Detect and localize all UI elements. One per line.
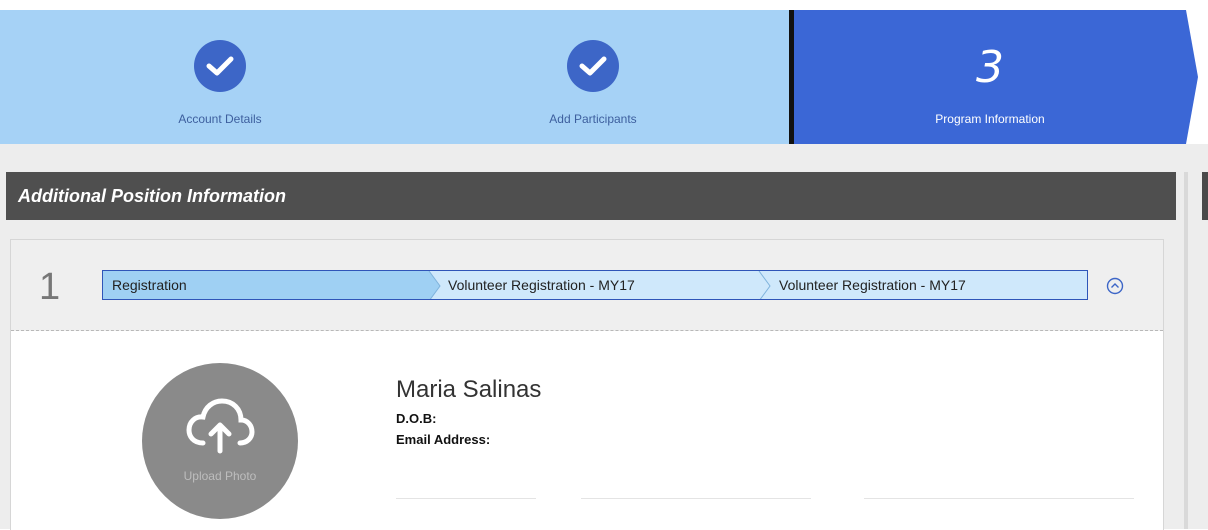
cloud-upload-icon [186, 398, 255, 454]
step-account-details[interactable]: Account Details [110, 10, 330, 144]
step-add-participants[interactable]: Add Participants [483, 10, 703, 144]
email-label: Email Address: [396, 432, 491, 447]
check-circle-icon [567, 40, 619, 92]
divider [864, 498, 1134, 499]
registration-index: 1 [39, 266, 61, 308]
dob-label: D.O.B: [396, 411, 437, 426]
step-program-information[interactable]: 3 Program Information [880, 10, 1100, 144]
chevron-up-circle-icon[interactable] [1106, 277, 1124, 295]
card-header: 1 Registration Volunteer Registration - … [11, 240, 1163, 331]
registration-breadcrumb: Registration Volunteer Registration - MY… [102, 270, 1088, 300]
breadcrumb-item[interactable]: Volunteer Registration - MY17 [779, 271, 966, 299]
right-gutter [1184, 144, 1208, 529]
gutter-header-edge [1202, 172, 1208, 220]
divider [396, 498, 536, 499]
progress-stepper: Account Details Add Participants 3 Progr… [0, 10, 1208, 144]
section-title: Additional Position Information [6, 172, 1176, 220]
gutter-edge [1184, 172, 1188, 529]
email-field: Email Address: [396, 432, 498, 447]
breadcrumb-item[interactable]: Registration [112, 271, 187, 299]
upload-photo-button[interactable]: Upload Photo [142, 363, 298, 519]
participant-name: Maria Salinas [396, 376, 542, 403]
upload-photo-label: Upload Photo [183, 469, 257, 483]
breadcrumb-item[interactable]: Volunteer Registration - MY17 [448, 271, 635, 299]
step-number: 3 [976, 42, 1004, 93]
step-label: Account Details [178, 112, 262, 126]
divider [581, 498, 811, 499]
registration-card: 1 Registration Volunteer Registration - … [10, 239, 1164, 530]
dob-field: D.O.B: [396, 411, 444, 426]
step-label: Program Information [935, 112, 1045, 126]
position-section: Additional Position Information 1 Regist… [0, 144, 1184, 530]
step-label: Add Participants [549, 112, 637, 126]
check-circle-icon [194, 40, 246, 92]
